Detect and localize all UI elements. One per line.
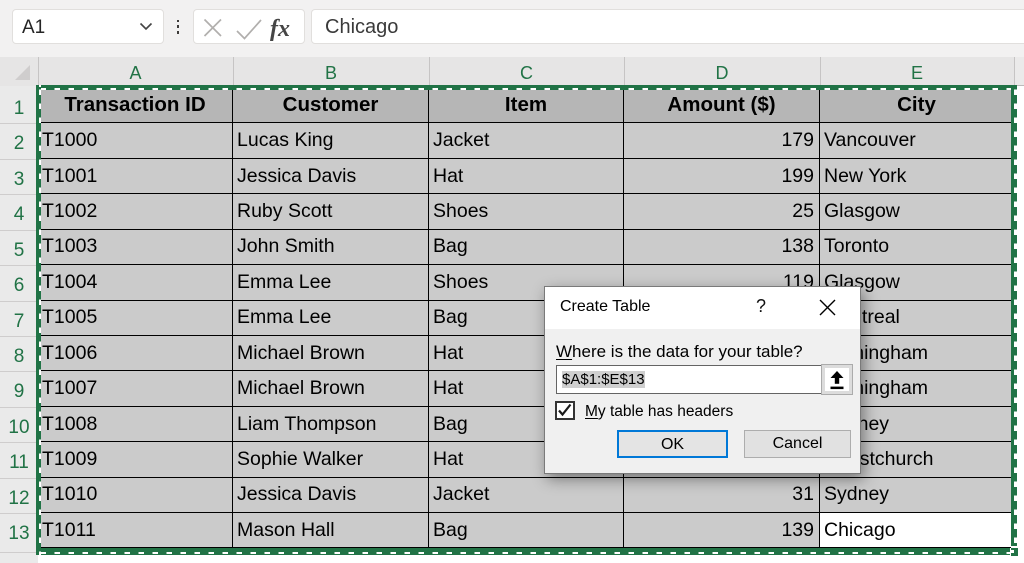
- svg-text:fx: fx: [270, 16, 290, 42]
